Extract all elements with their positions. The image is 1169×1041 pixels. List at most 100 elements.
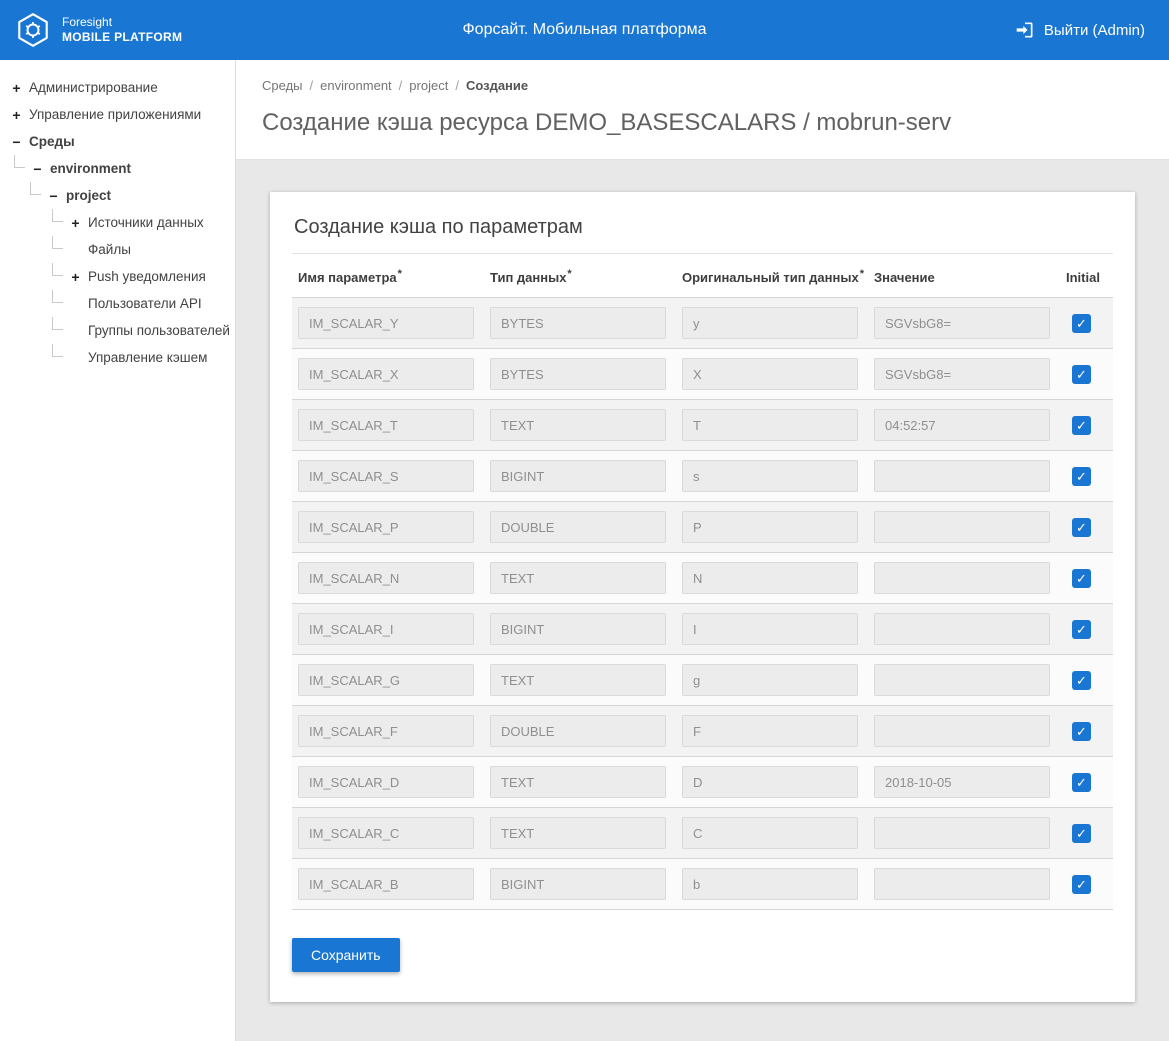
brand: Foresight MOBILE PLATFORM xyxy=(0,11,182,49)
param-name-input[interactable] xyxy=(298,715,474,747)
initial-checkbox[interactable]: ✓ xyxy=(1072,773,1091,792)
param-original-type-input[interactable] xyxy=(682,817,858,849)
minus-icon[interactable]: − xyxy=(31,161,44,177)
sidebar-item-label: Управление приложениями xyxy=(29,107,201,122)
param-original-type-input[interactable] xyxy=(682,664,858,696)
param-original-type-input[interactable] xyxy=(682,307,858,339)
breadcrumb-segment: project / xyxy=(409,78,459,93)
param-name-input[interactable] xyxy=(298,868,474,900)
check-icon: ✓ xyxy=(1076,470,1087,483)
card-title: Создание кэша по параметрам xyxy=(292,212,1113,254)
param-value-input[interactable] xyxy=(874,817,1050,849)
param-value-input[interactable] xyxy=(874,562,1050,594)
param-original-type-input[interactable] xyxy=(682,409,858,441)
param-value-input[interactable] xyxy=(874,460,1050,492)
initial-checkbox[interactable]: ✓ xyxy=(1072,314,1091,333)
breadcrumb-link[interactable]: environment xyxy=(320,78,392,93)
param-type-input[interactable] xyxy=(490,766,666,798)
param-name-input[interactable] xyxy=(298,460,474,492)
param-type-input[interactable] xyxy=(490,715,666,747)
sidebar-item-источники-данных[interactable]: + Источники данных xyxy=(0,209,235,236)
param-original-type-input[interactable] xyxy=(682,868,858,900)
sidebar-item-файлы[interactable]: Файлы xyxy=(0,236,235,263)
param-name-input[interactable] xyxy=(298,511,474,543)
initial-checkbox[interactable]: ✓ xyxy=(1072,875,1091,894)
plus-icon[interactable]: + xyxy=(10,80,23,96)
param-type-input[interactable] xyxy=(490,817,666,849)
param-type-input[interactable] xyxy=(490,664,666,696)
initial-checkbox[interactable]: ✓ xyxy=(1072,518,1091,537)
param-original-type-input[interactable] xyxy=(682,715,858,747)
initial-checkbox[interactable]: ✓ xyxy=(1072,467,1091,486)
param-type-input[interactable] xyxy=(490,511,666,543)
param-original-type-input[interactable] xyxy=(682,613,858,645)
breadcrumb-segment: environment / xyxy=(320,78,402,93)
plus-icon[interactable]: + xyxy=(69,269,82,285)
param-type-input[interactable] xyxy=(490,358,666,390)
initial-checkbox[interactable]: ✓ xyxy=(1072,722,1091,741)
param-name-input[interactable] xyxy=(298,817,474,849)
sidebar-item-администрирование[interactable]: + Администрирование xyxy=(0,74,235,101)
sidebar-item-label: Push уведомления xyxy=(88,269,206,284)
column-label: Initial xyxy=(1066,270,1100,285)
minus-icon[interactable]: − xyxy=(10,134,23,150)
param-value-input[interactable] xyxy=(874,715,1050,747)
initial-checkbox[interactable]: ✓ xyxy=(1072,365,1091,384)
required-asterisk: * xyxy=(398,268,402,280)
main-area: Среды / environment / project / Создание… xyxy=(236,60,1169,1041)
param-type-input[interactable] xyxy=(490,409,666,441)
param-original-type-input[interactable] xyxy=(682,460,858,492)
initial-checkbox[interactable]: ✓ xyxy=(1072,569,1091,588)
param-original-type-input[interactable] xyxy=(682,511,858,543)
tree-connector-icon xyxy=(14,155,25,168)
minus-icon[interactable]: − xyxy=(47,188,60,204)
sidebar-item-управление-кэшем[interactable]: Управление кэшем xyxy=(0,344,235,371)
param-name-input[interactable] xyxy=(298,562,474,594)
param-type-input[interactable] xyxy=(490,460,666,492)
param-original-type-input[interactable] xyxy=(682,766,858,798)
sidebar-item-пользователи-api[interactable]: Пользователи API xyxy=(0,290,235,317)
tree-connector-icon xyxy=(52,236,63,249)
param-name-input[interactable] xyxy=(298,613,474,645)
param-value-input[interactable] xyxy=(874,511,1050,543)
check-icon: ✓ xyxy=(1076,317,1087,330)
plus-icon[interactable]: + xyxy=(10,107,23,123)
logout-button[interactable]: Выйти (Admin) xyxy=(1015,20,1169,40)
sidebar-item-environment[interactable]: − environment xyxy=(0,155,235,182)
param-name-input[interactable] xyxy=(298,358,474,390)
param-value-input[interactable] xyxy=(874,613,1050,645)
param-value-input[interactable] xyxy=(874,664,1050,696)
initial-checkbox[interactable]: ✓ xyxy=(1072,416,1091,435)
param-name-input[interactable] xyxy=(298,307,474,339)
sidebar-item-push-уведомления[interactable]: + Push уведомления xyxy=(0,263,235,290)
sidebar-item-группы-пользователей[interactable]: Группы пользователей xyxy=(0,317,235,344)
param-value-input[interactable] xyxy=(874,307,1050,339)
column-label: Имя параметра xyxy=(298,270,397,285)
param-original-type-input[interactable] xyxy=(682,358,858,390)
breadcrumb-link[interactable]: Среды xyxy=(262,78,303,93)
param-original-type-input[interactable] xyxy=(682,562,858,594)
param-name-input[interactable] xyxy=(298,409,474,441)
param-type-input[interactable] xyxy=(490,868,666,900)
plus-icon[interactable]: + xyxy=(69,215,82,231)
save-button[interactable]: Сохранить xyxy=(292,938,400,972)
param-value-input[interactable] xyxy=(874,868,1050,900)
param-name-input[interactable] xyxy=(298,664,474,696)
page-header: Среды / environment / project / Создание… xyxy=(236,60,1169,160)
param-value-input[interactable] xyxy=(874,409,1050,441)
sidebar-item-label: Управление кэшем xyxy=(88,350,207,365)
column-label: Тип данных xyxy=(490,270,566,285)
breadcrumb-link[interactable]: project xyxy=(409,78,448,93)
sidebar-item-среды[interactable]: − Среды xyxy=(0,128,235,155)
initial-checkbox[interactable]: ✓ xyxy=(1072,824,1091,843)
initial-checkbox[interactable]: ✓ xyxy=(1072,671,1091,690)
param-type-input[interactable] xyxy=(490,307,666,339)
param-name-input[interactable] xyxy=(298,766,474,798)
sidebar-item-project[interactable]: − project xyxy=(0,182,235,209)
param-value-input[interactable] xyxy=(874,766,1050,798)
param-type-input[interactable] xyxy=(490,613,666,645)
param-type-input[interactable] xyxy=(490,562,666,594)
initial-checkbox[interactable]: ✓ xyxy=(1072,620,1091,639)
param-value-input[interactable] xyxy=(874,358,1050,390)
sidebar-item-управление-приложениями[interactable]: + Управление приложениями xyxy=(0,101,235,128)
